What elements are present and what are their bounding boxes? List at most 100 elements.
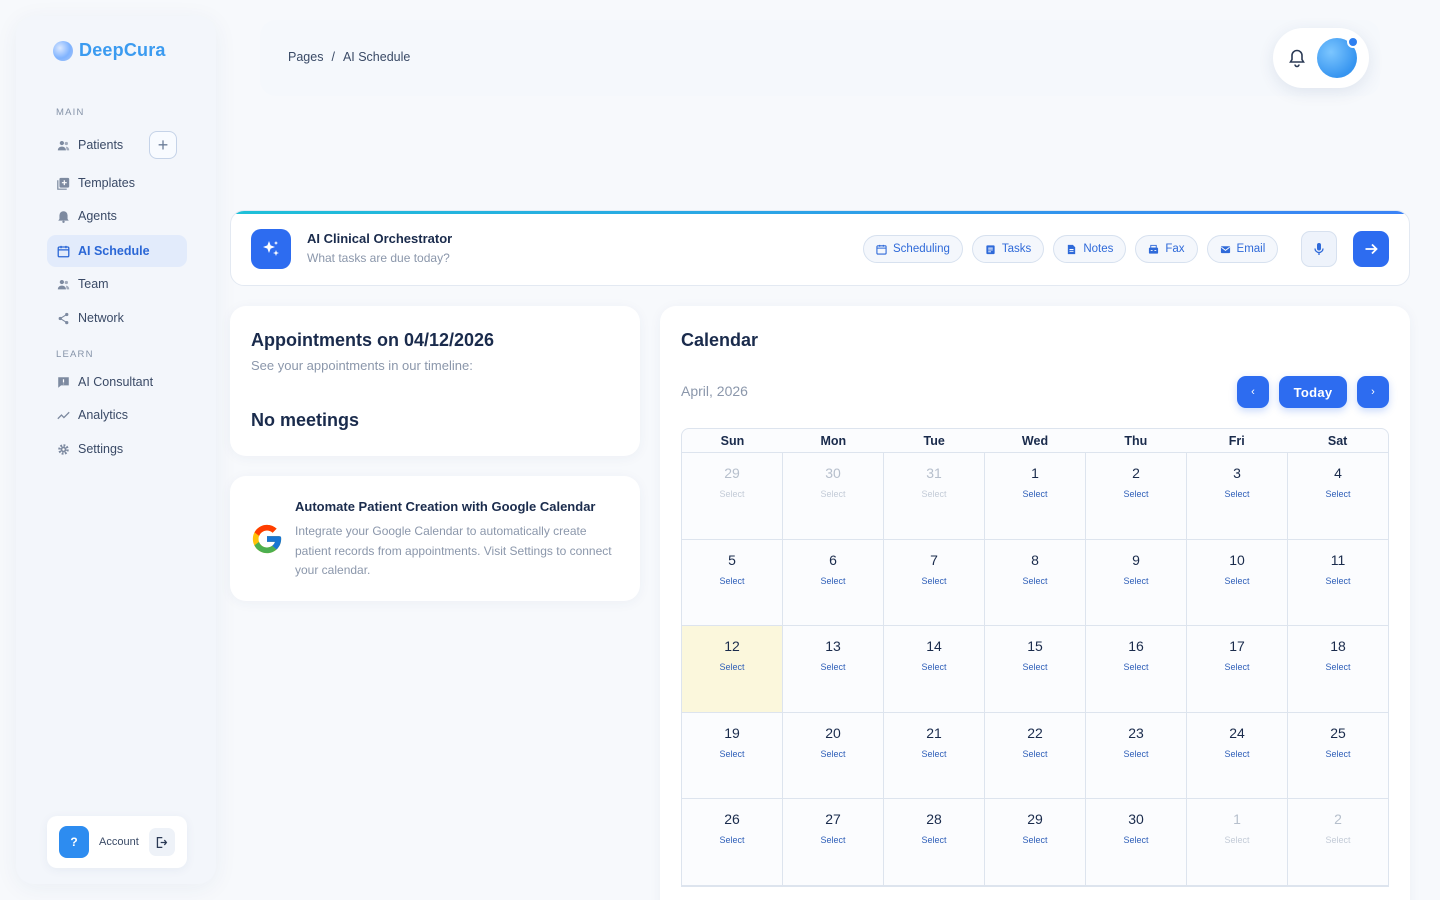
calendar-day[interactable]: 29 Select (682, 453, 783, 539)
select-day-link[interactable]: Select (682, 576, 782, 586)
send-button[interactable] (1353, 231, 1389, 267)
select-day-link[interactable]: Select (1288, 576, 1388, 586)
calendar-day[interactable]: 24 Select (1187, 712, 1288, 798)
google-calendar-card[interactable]: Automate Patient Creation with Google Ca… (230, 476, 640, 601)
calendar-day[interactable]: 3 Select (1187, 453, 1288, 539)
calendar-day[interactable]: 14 Select (884, 626, 985, 712)
chip-email[interactable]: Email (1206, 235, 1279, 263)
select-day-link[interactable]: Select (884, 662, 984, 672)
calendar-day[interactable]: 27 Select (783, 799, 884, 885)
calendar-day[interactable]: 17 Select (1187, 626, 1288, 712)
appointments-subtitle: See your appointments in our timeline: (251, 358, 473, 373)
orchestrator-input[interactable]: What tasks are due today? (307, 251, 450, 265)
select-day-link[interactable]: Select (1187, 489, 1287, 499)
select-day-link[interactable]: Select (783, 749, 883, 759)
calendar-day[interactable]: 13 Select (783, 626, 884, 712)
calendar-day[interactable]: 15 Select (985, 626, 1086, 712)
select-day-link[interactable]: Select (1288, 489, 1388, 499)
sidebar-item-templates[interactable]: Templates (47, 167, 187, 199)
select-day-link[interactable]: Select (884, 489, 984, 499)
select-day-link[interactable]: Select (783, 835, 883, 845)
calendar-day[interactable]: 18 Select (1288, 626, 1388, 712)
select-day-link[interactable]: Select (985, 835, 1085, 845)
calendar-day[interactable]: 9 Select (1086, 539, 1187, 625)
calendar-day[interactable]: 10 Select (1187, 539, 1288, 625)
calendar-day[interactable]: 21 Select (884, 712, 985, 798)
day-number: 30 (1128, 811, 1144, 827)
calendar-day[interactable]: 4 Select (1288, 453, 1388, 539)
select-day-link[interactable]: Select (1288, 749, 1388, 759)
select-day-link[interactable]: Select (1086, 576, 1186, 586)
calendar-day[interactable]: 28 Select (884, 799, 985, 885)
select-day-link[interactable]: Select (1187, 662, 1287, 672)
help-button[interactable]: ? (59, 826, 89, 858)
microphone-button[interactable] (1301, 231, 1337, 267)
chip-tasks[interactable]: Tasks (971, 235, 1045, 263)
select-day-link[interactable]: Select (783, 489, 883, 499)
calendar-day[interactable]: 19 Select (682, 712, 783, 798)
account-link[interactable]: Account (99, 836, 139, 848)
calendar-day[interactable]: 26 Select (682, 799, 783, 885)
calendar-day[interactable]: 6 Select (783, 539, 884, 625)
select-day-link[interactable]: Select (884, 749, 984, 759)
calendar-day[interactable]: 1 Select (1187, 799, 1288, 885)
breadcrumb-pages[interactable]: Pages (288, 50, 323, 64)
sidebar-item-ai-consultant[interactable]: AI Consultant (47, 366, 187, 398)
select-day-link[interactable]: Select (1187, 749, 1287, 759)
avatar[interactable] (1317, 36, 1359, 78)
select-day-link[interactable]: Select (1288, 835, 1388, 845)
select-day-link[interactable]: Select (682, 835, 782, 845)
chip-fax[interactable]: Fax (1135, 235, 1198, 263)
calendar-day[interactable]: 31 Select (884, 453, 985, 539)
select-day-link[interactable]: Select (1187, 835, 1287, 845)
calendar-day[interactable]: 11 Select (1288, 540, 1388, 626)
chip-scheduling[interactable]: Scheduling (863, 235, 963, 263)
sidebar-item-ai-schedule[interactable]: AI Schedule (47, 235, 187, 267)
logout-button[interactable] (148, 828, 175, 856)
calendar-day[interactable]: 8 Select (985, 539, 1086, 625)
select-day-link[interactable]: Select (1086, 662, 1186, 672)
sidebar-item-agents[interactable]: Agents (47, 200, 187, 232)
select-day-link[interactable]: Select (884, 835, 984, 845)
select-day-link[interactable]: Select (1288, 662, 1388, 672)
today-button[interactable]: Today (1279, 376, 1347, 408)
calendar-day[interactable]: 7 Select (884, 539, 985, 625)
sidebar-item-analytics[interactable]: Analytics (47, 399, 187, 431)
calendar-day[interactable]: 22 Select (985, 712, 1086, 798)
calendar-day[interactable]: 30 Select (1086, 799, 1187, 885)
chip-notes[interactable]: Notes (1053, 235, 1127, 263)
add-patient-button[interactable]: + (149, 131, 177, 159)
calendar-day[interactable]: 2 Select (1086, 453, 1187, 539)
calendar-day[interactable]: 1 Select (985, 453, 1086, 539)
select-day-link[interactable]: Select (783, 662, 883, 672)
sidebar-item-team[interactable]: Team (47, 268, 187, 300)
calendar-day[interactable]: 29 Select (985, 799, 1086, 885)
select-day-link[interactable]: Select (682, 749, 782, 759)
select-day-link[interactable]: Select (1086, 835, 1186, 845)
select-day-link[interactable]: Select (985, 749, 1085, 759)
sidebar-item-network[interactable]: Network (47, 302, 187, 334)
select-day-link[interactable]: Select (985, 489, 1085, 499)
sidebar-item-settings[interactable]: Settings (47, 433, 187, 465)
calendar-day[interactable]: 23 Select (1086, 712, 1187, 798)
calendar-day[interactable]: 12 Select (682, 626, 783, 712)
calendar-day[interactable]: 2 Select (1288, 799, 1388, 885)
select-day-link[interactable]: Select (682, 489, 782, 499)
select-day-link[interactable]: Select (682, 662, 782, 672)
select-day-link[interactable]: Select (1086, 489, 1186, 499)
select-day-link[interactable]: Select (884, 576, 984, 586)
select-day-link[interactable]: Select (1187, 576, 1287, 586)
select-day-link[interactable]: Select (1086, 749, 1186, 759)
calendar-day[interactable]: 5 Select (682, 539, 783, 625)
calendar-day[interactable]: 16 Select (1086, 626, 1187, 712)
calendar-day[interactable]: 25 Select (1288, 713, 1388, 799)
logo[interactable]: DeepCura (53, 40, 166, 61)
select-day-link[interactable]: Select (985, 662, 1085, 672)
bell-icon[interactable] (1287, 48, 1307, 68)
prev-month-button[interactable]: ‹ (1237, 376, 1269, 408)
next-month-button[interactable]: › (1357, 376, 1389, 408)
calendar-day[interactable]: 20 Select (783, 712, 884, 798)
select-day-link[interactable]: Select (783, 576, 883, 586)
select-day-link[interactable]: Select (985, 576, 1085, 586)
calendar-day[interactable]: 30 Select (783, 453, 884, 539)
